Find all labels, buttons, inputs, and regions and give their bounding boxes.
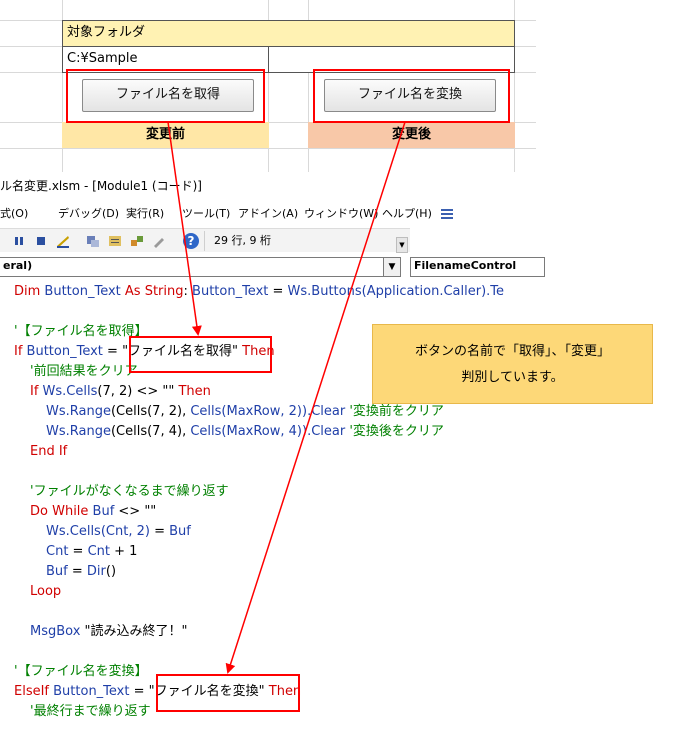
toolbar-options-icon[interactable] [440, 200, 454, 228]
explanation-note: ボタンの名前で「取得」、「変更」 判別しています。 [372, 324, 653, 404]
pause-icon[interactable] [12, 234, 26, 248]
help-icon[interactable]: ? [182, 232, 200, 250]
vbe-toolbar: ? 29 行, 9 桁 ▼ [0, 228, 410, 253]
menu-window[interactable]: ウィンドウ(W) [304, 200, 378, 228]
before-header-cell[interactable]: 変更前 [62, 122, 269, 148]
note-line-1: ボタンの名前で「取得」、「変更」 [414, 344, 610, 359]
menu-help[interactable]: ヘルプ(H) [382, 200, 432, 228]
code-line-do-while: Do While Buf <> "" [30, 504, 157, 519]
highlight-change-string [156, 674, 300, 712]
vbe-menu-bar: 式(O) デバッグ(D) 実行(R) ツール(T) アドイン(A) ウィンドウ(… [0, 200, 536, 228]
cursor-position-status: 29 行, 9 桁 [214, 234, 271, 247]
menu-debug[interactable]: デバッグ(D) [58, 200, 119, 228]
object-combo-chevron-down-icon[interactable]: ▼ [383, 257, 401, 277]
code-line-loop: Loop [30, 584, 62, 599]
code-line-cnt-inc: Cnt = Cnt + 1 [46, 544, 138, 559]
procedure-combo[interactable]: FilenameControl [410, 257, 545, 277]
code-comment-change: '【ファイル名を変換】 [14, 664, 148, 679]
code-line-if-cells: If Ws.Cells(7, 2) <> "" Then [30, 384, 211, 399]
properties-icon[interactable] [108, 234, 122, 248]
code-line-range-clear-1: Ws.Range(Cells(7, 2), Cells(MaxRow, 2)).… [46, 404, 444, 419]
toolbar-overflow-chevron-icon[interactable]: ▼ [396, 237, 408, 253]
stop-icon[interactable] [34, 234, 48, 248]
vbe-title-bar: ル名変更.xlsm - [Module1 (コード)] [0, 172, 536, 200]
vbe-window-title: ル名変更.xlsm - [Module1 (コード)] [0, 179, 202, 193]
menu-run[interactable]: 実行(R) [126, 200, 164, 228]
design-mode-icon[interactable] [56, 234, 70, 248]
code-window-combos: eral) ▼ FilenameControl [0, 254, 545, 278]
toolbox-icon[interactable] [152, 234, 166, 248]
code-comment-get: '【ファイル名を取得】 [14, 324, 148, 339]
code-comment-last-row: '最終行まで繰り返す [30, 704, 151, 719]
object-combo[interactable]: eral) [0, 257, 388, 277]
code-comment-clear-prev: '前回結果をクリア [30, 364, 138, 379]
note-line-2: 判別しています。 [461, 370, 564, 385]
menu-format[interactable]: 式(O) [0, 200, 28, 228]
project-explorer-icon[interactable] [86, 234, 100, 248]
highlight-get-string [129, 336, 272, 373]
after-header-cell[interactable]: 変更後 [308, 122, 515, 148]
highlight-change-button [313, 69, 510, 123]
menu-tools[interactable]: ツール(T) [182, 200, 230, 228]
highlight-get-button [66, 69, 265, 123]
code-line-cells-assign: Ws.Cells(Cnt, 2) = Buf [46, 524, 191, 539]
object-browser-icon[interactable] [130, 234, 144, 248]
menu-addins[interactable]: アドイン(A) [238, 200, 298, 228]
code-comment-loop: 'ファイルがなくなるまで繰り返す [30, 484, 229, 499]
folder-label-cell[interactable]: 対象フォルダ [62, 20, 515, 47]
code-line-end-if: End If [30, 444, 68, 459]
svg-text:?: ? [188, 234, 195, 248]
code-line-msgbox: MsgBox "読み込み終了！" [30, 624, 188, 639]
code-line-dim: Dim Button_Text As String: Button_Text =… [14, 284, 505, 299]
code-line-buf-dir: Buf = Dir() [46, 564, 117, 579]
code-line-range-clear-2: Ws.Range(Cells(7, 4), Cells(MaxRow, 4)).… [46, 424, 444, 439]
